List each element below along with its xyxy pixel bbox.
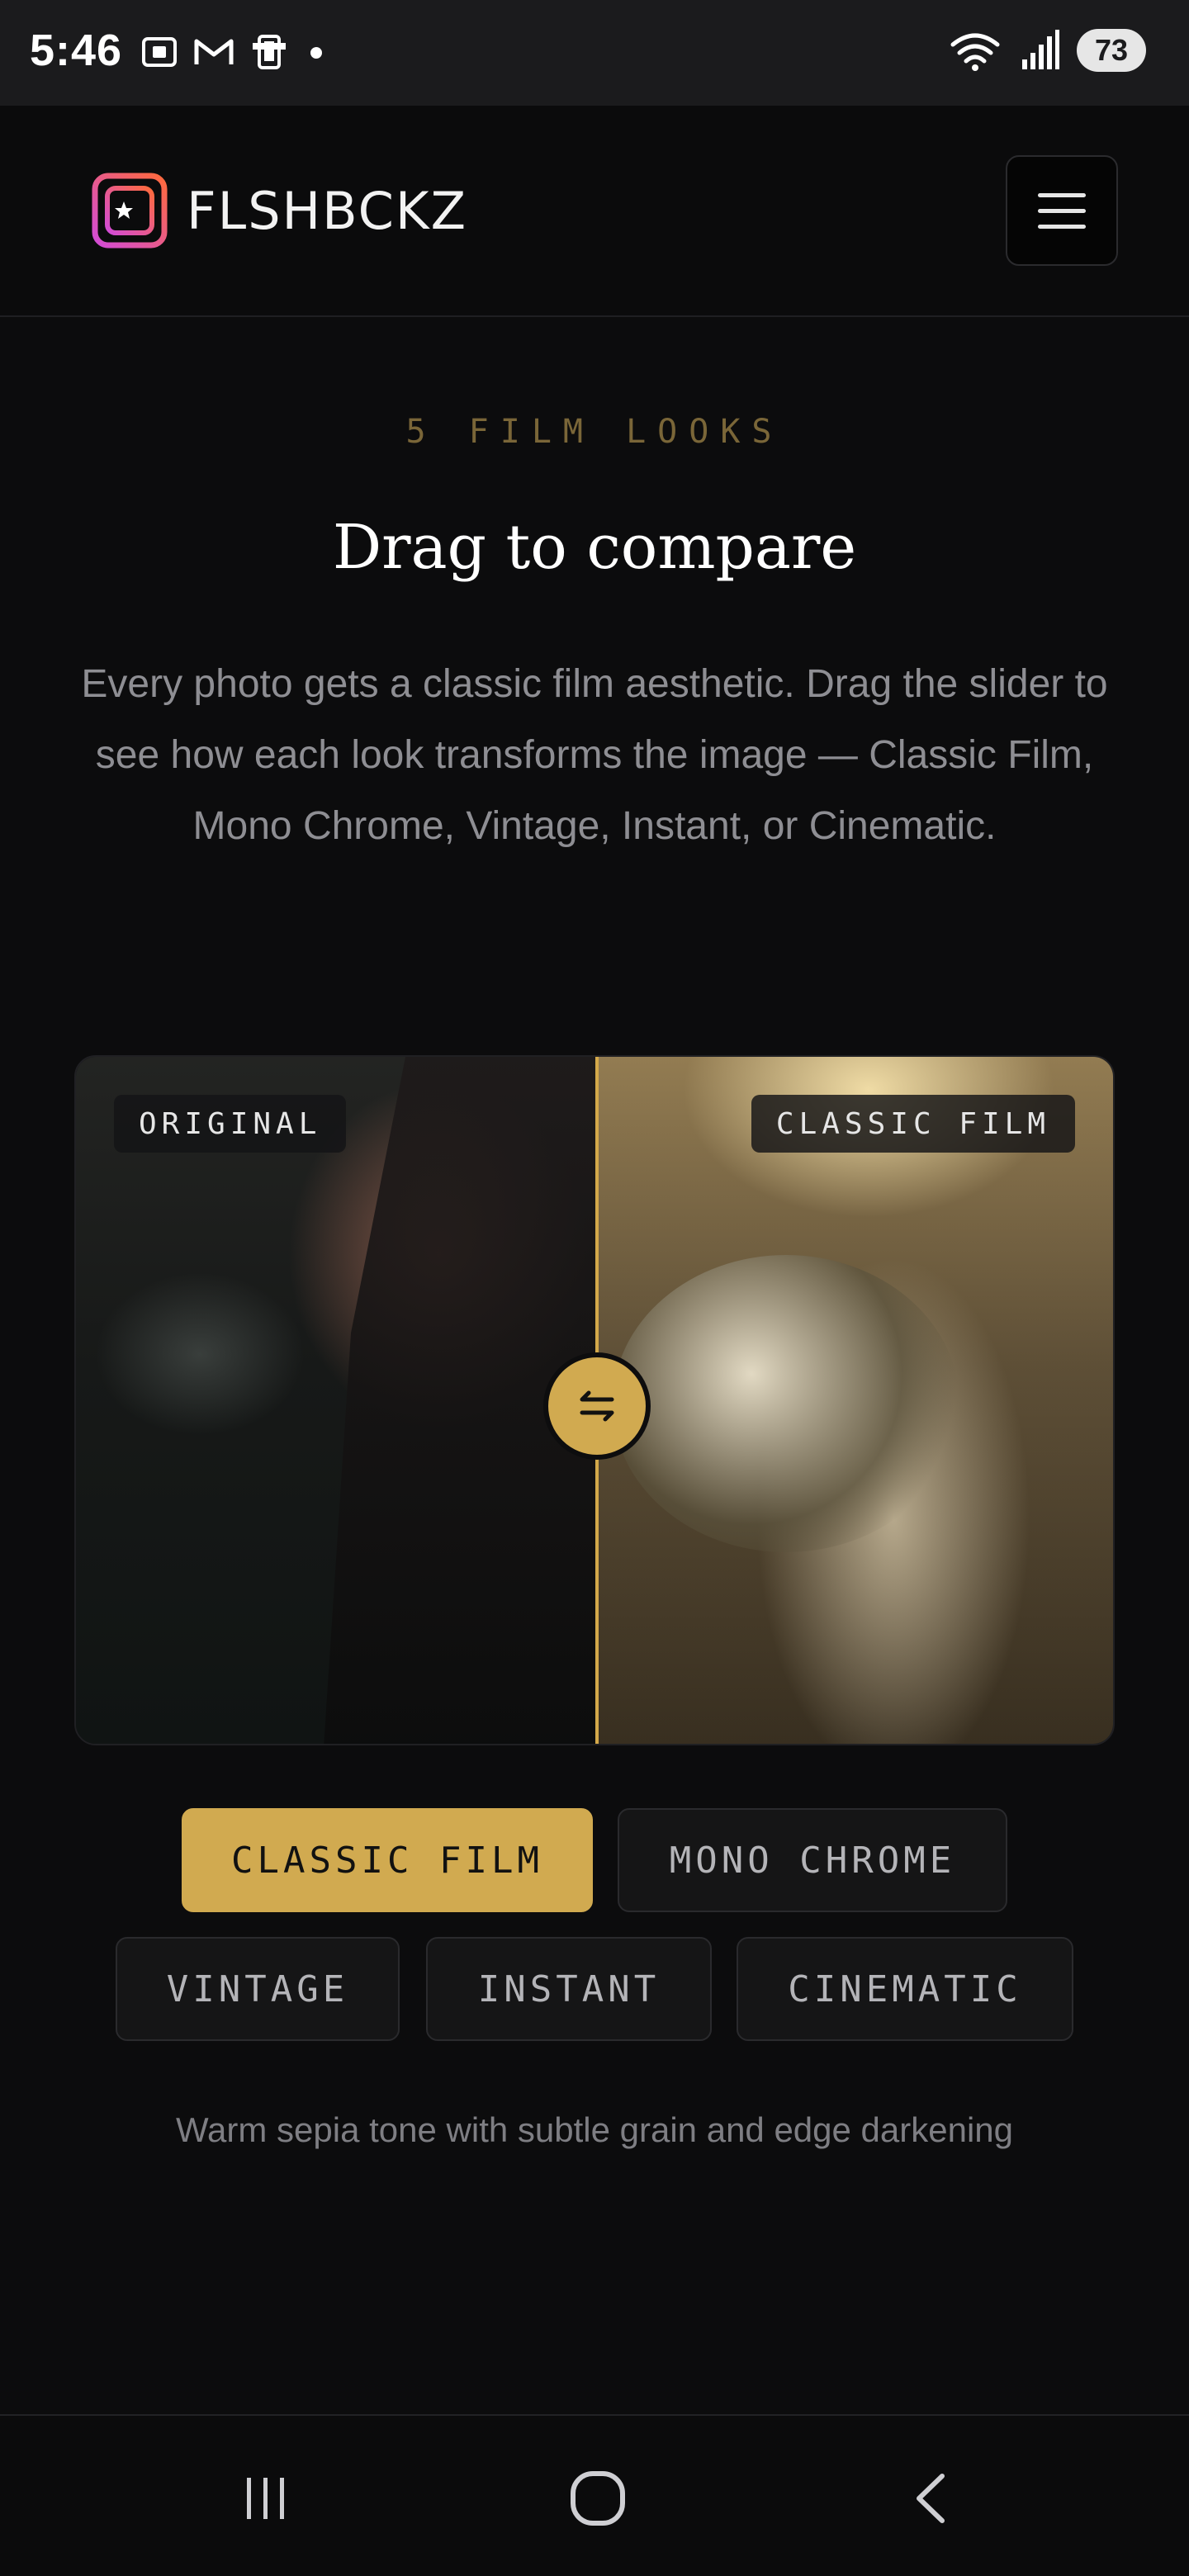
look-description: Warm sepia tone with subtle grain and ed… — [175, 2110, 1014, 2149]
logo[interactable]: FLSHBCKZ — [91, 172, 467, 249]
wifi-icon — [950, 33, 1000, 71]
phone-icon — [253, 35, 286, 69]
look-cinematic-button[interactable]: CINEMATIC — [737, 1937, 1073, 2041]
recents-icon — [247, 2478, 284, 2519]
section-eyebrow: 5 FILM LOOKS — [405, 413, 784, 451]
hamburger-icon-line — [1038, 208, 1086, 213]
compare-slider[interactable]: ORIGINAL CLASSIC FILM — [74, 1055, 1115, 1745]
status-bar: 5:46 73 — [0, 0, 1189, 106]
back-icon — [917, 2474, 945, 2523]
home-icon — [571, 2471, 625, 2526]
look-classic-film-button[interactable]: CLASSIC FILM — [182, 1808, 593, 1912]
menu-button[interactable] — [1006, 155, 1118, 266]
home-button[interactable] — [548, 2449, 647, 2548]
bouquet-highlight — [613, 1255, 959, 1552]
filtered-image — [596, 1057, 1113, 1744]
screenshot-icon — [142, 37, 177, 67]
look-instant-button[interactable]: INSTANT — [426, 1937, 712, 2041]
filter-label: CLASSIC FILM — [751, 1095, 1075, 1153]
look-mono-chrome-button[interactable]: MONO CHROME — [618, 1808, 1007, 1912]
original-label: ORIGINAL — [114, 1095, 347, 1153]
gmail-icon — [194, 39, 234, 64]
original-image — [76, 1057, 596, 1744]
signal-icon — [1022, 30, 1059, 69]
logo-text: FLSHBCKZ — [187, 180, 468, 241]
status-icons-right: 73 — [948, 28, 1146, 73]
status-time: 5:46 — [30, 26, 123, 75]
dot-icon — [310, 47, 322, 59]
hamburger-icon — [1038, 192, 1086, 197]
site-header: FLSHBCKZ — [0, 106, 1189, 317]
section-headline: Drag to compare — [332, 512, 857, 583]
compare-handle[interactable] — [543, 1352, 651, 1460]
back-button[interactable] — [883, 2449, 983, 2548]
status-icons-left — [139, 31, 329, 73]
system-nav-bar — [0, 2414, 1189, 2576]
look-vintage-button[interactable]: VINTAGE — [116, 1937, 400, 2041]
recents-button[interactable] — [216, 2449, 315, 2548]
logo-mark-icon — [92, 173, 168, 249]
hamburger-icon-line — [1038, 224, 1086, 229]
swap-arrows-icon — [580, 1390, 614, 1422]
section-description: Every photo gets a classic film aestheti… — [81, 662, 1108, 848]
battery-icon: 73 — [1077, 29, 1146, 72]
